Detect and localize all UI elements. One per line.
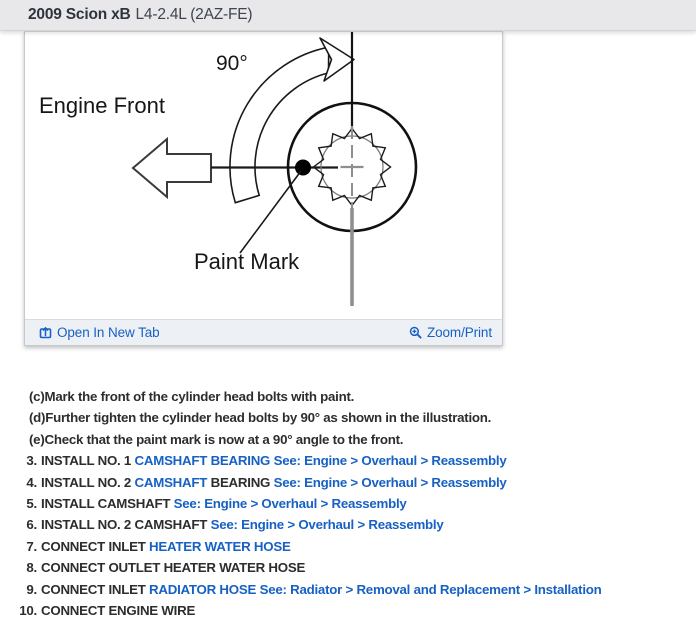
step-link[interactable]: CAMSHAFT BEARING: [135, 453, 274, 468]
step-item: 9. CONNECT INLET RADIATOR HOSE See: Radia…: [0, 579, 696, 600]
step-number: 4.: [26, 474, 37, 490]
step-text: CONNECT OUTLET HEATER WATER HOSE: [41, 560, 306, 576]
open-in-new-tab-icon: [39, 327, 52, 339]
step-link[interactable]: See: Engine > Overhaul > Reassembly: [174, 496, 407, 511]
step-item: (d)Further tighten the cylinder head bol…: [0, 407, 696, 428]
step-text: CONNECT INLET: [41, 581, 150, 597]
step-text: CONNECT ENGINE WIRE: [41, 603, 196, 619]
step-text: BEARING: [207, 474, 274, 490]
step-text: INSTALL NO. 2: [41, 474, 135, 490]
step-link[interactable]: HEATER WATER HOSE: [149, 539, 291, 554]
engine-front-arrow: [131, 136, 212, 200]
step-item: 8. CONNECT OUTLET HEATER WATER HOSE: [0, 557, 696, 578]
step-text: (c)Mark the front of the cylinder head b…: [29, 389, 355, 404]
step-number: 3.: [26, 453, 37, 469]
step-link[interactable]: See: Engine > Overhaul > Reassembly: [274, 453, 507, 468]
angle-label: 90°: [216, 52, 248, 75]
step-item: 4. INSTALL NO. 2 CAMSHAFT BEARING See: En…: [0, 472, 696, 493]
page: 2009 Scion xB L4-2.4L (2AZ-FE) 90° Engin…: [0, 0, 696, 642]
vehicle-title: 2009 Scion xB: [28, 6, 131, 23]
step-number: 7.: [26, 538, 37, 554]
zoom-print-label: Zoom/Print: [426, 325, 492, 340]
step-item: (e)Check that the paint mark is now at a…: [0, 429, 696, 450]
step-text: (d)Further tighten the cylinder head bol…: [29, 410, 492, 426]
figure-image: 90° Engine Front Paint Mark: [25, 32, 502, 319]
step-item: (c)Mark the front of the cylinder head b…: [0, 386, 696, 407]
open-in-new-tab-link[interactable]: Open In New Tab: [39, 325, 160, 340]
step-link[interactable]: See: Radiator > Removal and Replacement …: [260, 582, 602, 597]
step-number: 5.: [26, 496, 37, 512]
step-link[interactable]: CAMSHAFT: [135, 475, 208, 490]
step-text: INSTALL NO. 1: [41, 453, 135, 469]
paint-mark-dot: [295, 159, 311, 176]
paint-mark-leader: [239, 170, 302, 254]
step-number: 10.: [19, 603, 37, 619]
step-text: (e)Check that the paint mark is now at a…: [29, 431, 404, 447]
figure-toolbar: Open In New Tab Zoom/Print: [25, 319, 502, 345]
step-item: 6. INSTALL NO. 2 CAMSHAFT See: Engine > O…: [0, 514, 696, 535]
open-in-new-tab-label: Open In New Tab: [57, 325, 160, 340]
step-item: 10. CONNECT ENGINE WIRE: [0, 600, 696, 621]
engine-subtitle: L4-2.4L (2AZ-FE): [135, 6, 253, 23]
figure-panel: 90° Engine Front Paint Mark Open In New …: [24, 31, 503, 346]
step-link[interactable]: See: Engine > Overhaul > Reassembly: [274, 475, 507, 490]
step-text: INSTALL NO. 2 CAMSHAFT: [41, 517, 211, 533]
magnifier-plus-icon: [409, 326, 422, 339]
zoom-print-link[interactable]: Zoom/Print: [409, 325, 492, 340]
page-header: 2009 Scion xB L4-2.4L (2AZ-FE): [0, 0, 696, 31]
step-text: INSTALL CAMSHAFT: [41, 496, 174, 512]
step-link[interactable]: RADIATOR HOSE: [149, 582, 260, 597]
engine-front-label: Engine Front: [39, 93, 165, 118]
step-number: 9.: [26, 581, 37, 597]
step-text: CONNECT INLET: [41, 538, 150, 554]
step-item: 3. INSTALL NO. 1 CAMSHAFT BEARING See: En…: [0, 450, 696, 471]
camshaft-diagram: 90° Engine Front Paint Mark: [39, 32, 418, 306]
step-item: 5. INSTALL CAMSHAFT See: Engine > Overhau…: [0, 493, 696, 514]
procedure-steps: (c)Mark the front of the cylinder head b…: [0, 386, 696, 621]
step-number: 6.: [26, 517, 37, 533]
paint-mark-label: Paint Mark: [194, 249, 300, 274]
step-number: 8.: [26, 560, 37, 576]
step-item: 7. CONNECT INLET HEATER WATER HOSE: [0, 536, 696, 557]
step-link[interactable]: See: Engine > Overhaul > Reassembly: [211, 517, 444, 532]
